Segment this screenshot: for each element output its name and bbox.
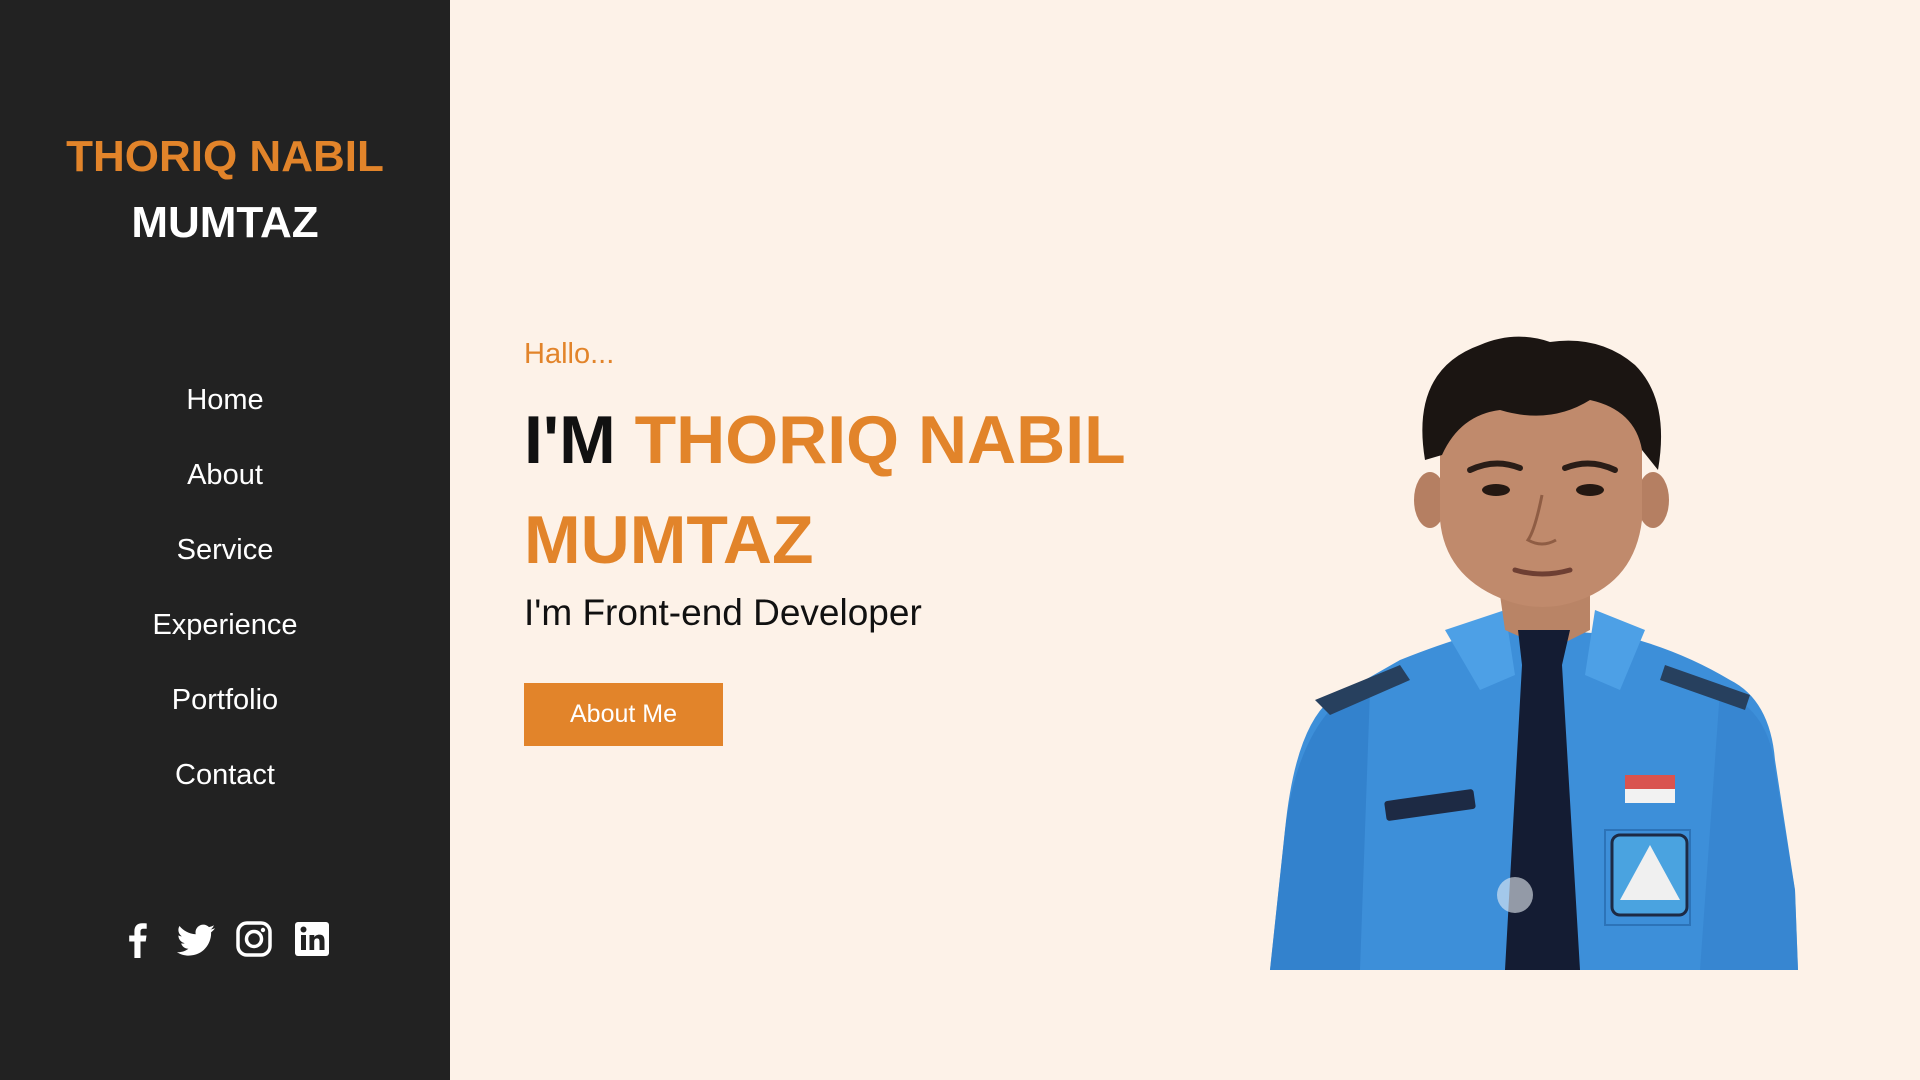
nav-item-experience[interactable]: Experience bbox=[0, 600, 450, 675]
sidebar: THORIQ NABIL MUMTAZ Home About Service E… bbox=[0, 0, 450, 1080]
linkedin-icon[interactable] bbox=[291, 918, 333, 960]
nav-item-service[interactable]: Service bbox=[0, 525, 450, 600]
hero-section: Hallo... I'M THORIQ NABIL MUMTAZ I'm Fro… bbox=[450, 0, 1920, 1080]
brand-logo[interactable]: THORIQ NABIL MUMTAZ bbox=[0, 124, 450, 256]
brand-last-name: MUMTAZ bbox=[131, 198, 319, 247]
hero-greeting: Hallo... bbox=[524, 338, 615, 370]
hero-role: I'm Front-end Developer bbox=[524, 592, 922, 633]
about-me-button[interactable]: About Me bbox=[524, 683, 723, 746]
facebook-icon[interactable] bbox=[117, 918, 159, 960]
hero-name-line2: MUMTAZ bbox=[524, 502, 814, 578]
hero-headline: I'M THORIQ NABIL MUMTAZ bbox=[524, 390, 1224, 590]
nav-item-contact[interactable]: Contact bbox=[0, 750, 450, 825]
nav-item-home[interactable]: Home bbox=[0, 375, 450, 450]
profile-photo bbox=[1270, 336, 1798, 970]
nav-item-portfolio[interactable]: Portfolio bbox=[0, 675, 450, 750]
hero-name-line1: THORIQ NABIL bbox=[634, 402, 1126, 478]
social-links bbox=[0, 918, 450, 960]
instagram-icon[interactable] bbox=[233, 918, 275, 960]
brand-first-name: THORIQ NABIL bbox=[66, 132, 384, 181]
main-nav: Home About Service Experience Portfolio … bbox=[0, 375, 450, 825]
hero-im: I'M bbox=[524, 402, 616, 478]
twitter-icon[interactable] bbox=[175, 918, 217, 960]
nav-item-about[interactable]: About bbox=[0, 450, 450, 525]
